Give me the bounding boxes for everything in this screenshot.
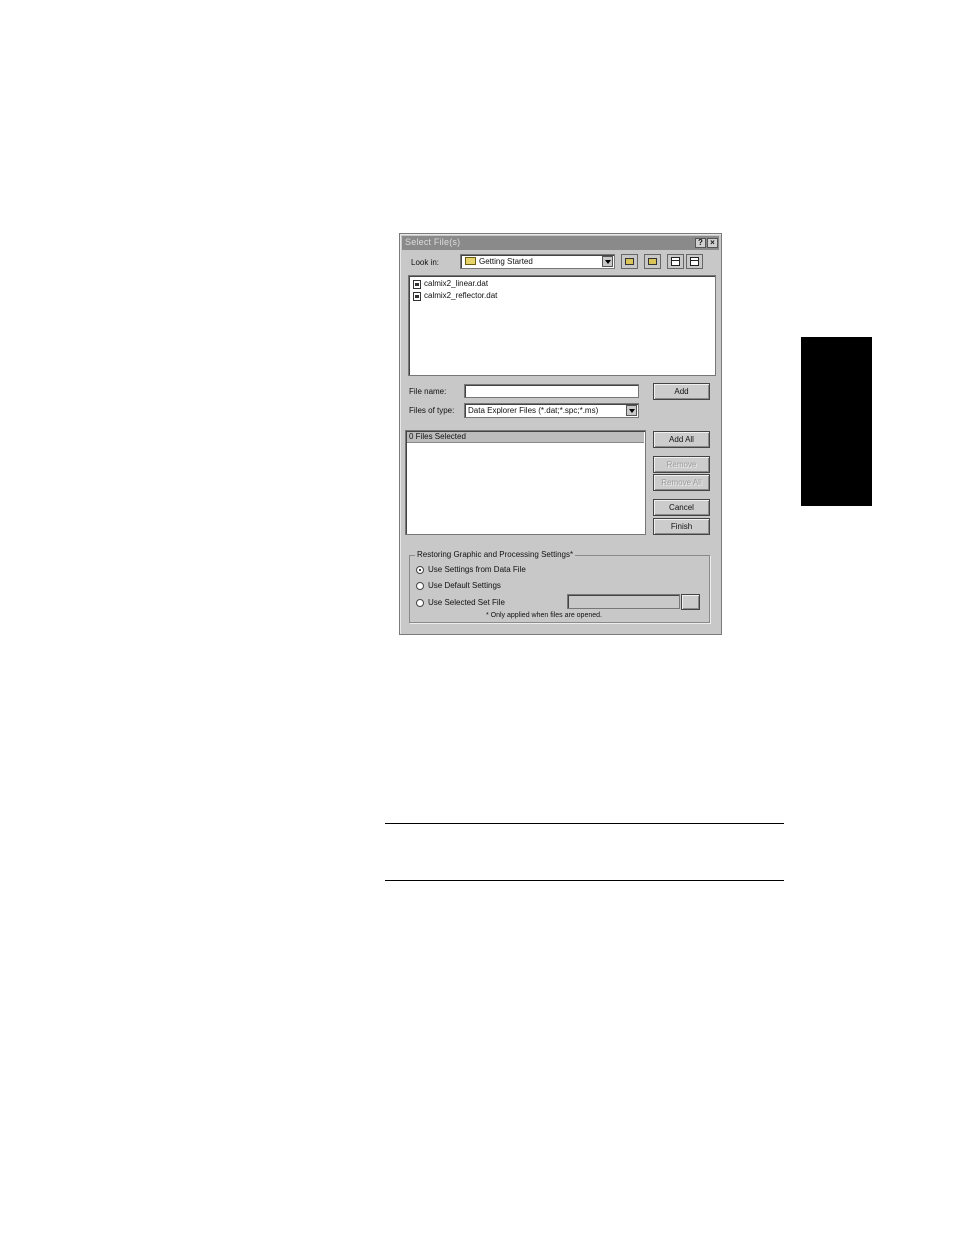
file-icon [413, 280, 421, 289]
new-folder-button[interactable] [644, 254, 661, 269]
file-name-input[interactable] [464, 384, 639, 398]
title-bar[interactable]: Select File(s) ? × [402, 236, 719, 250]
files-of-type-value: Data Explorer Files (*.dat;*.spc;*.ms) [468, 406, 599, 415]
settings-group: Restoring Graphic and Processing Setting… [409, 550, 710, 623]
help-button[interactable]: ? [695, 238, 706, 248]
selected-files-header: 0 Files Selected [407, 432, 644, 443]
divider-top [385, 823, 784, 824]
add-all-button[interactable]: Add All [653, 431, 710, 448]
look-in-value: Getting Started [479, 257, 533, 266]
settings-note: * Only applied when files are opened. [486, 612, 602, 619]
divider-bottom [385, 880, 784, 881]
chevron-down-icon[interactable] [626, 405, 637, 416]
file-name-label: File name: [409, 387, 447, 396]
file-item-name: calmix2_linear.dat [424, 279, 489, 288]
up-one-level-button[interactable] [621, 254, 638, 269]
file-item-name: calmix2_reflector.dat [424, 291, 498, 300]
finish-button[interactable]: Finish [653, 518, 710, 535]
file-icon [413, 292, 421, 301]
details-view-button[interactable] [686, 254, 703, 269]
folder-icon [465, 257, 476, 265]
browse-button[interactable] [681, 594, 700, 610]
file-list[interactable]: calmix2_linear.dat calmix2_reflector.dat [408, 275, 716, 376]
settings-group-title: Restoring Graphic and Processing Setting… [415, 550, 576, 559]
radio-button[interactable] [416, 599, 424, 607]
up-folder-icon [625, 258, 634, 265]
remove-all-button[interactable]: Remove All [653, 474, 710, 491]
set-file-input[interactable] [567, 594, 680, 609]
dialog-title: Select File(s) [405, 237, 461, 247]
look-in-label: Look in: [411, 258, 440, 267]
radio-button[interactable] [416, 566, 424, 574]
radio-button[interactable] [416, 582, 424, 590]
remove-button[interactable]: Remove [653, 456, 710, 473]
selected-files-list[interactable]: 0 Files Selected [405, 430, 646, 535]
look-in-dropdown[interactable]: Getting Started [460, 254, 615, 269]
cancel-button[interactable]: Cancel [653, 499, 710, 516]
list-view-icon [671, 257, 680, 266]
chevron-down-icon[interactable] [602, 256, 613, 267]
chapter-tab-marker [801, 337, 872, 506]
files-of-type-dropdown[interactable]: Data Explorer Files (*.dat;*.spc;*.ms) [464, 403, 639, 418]
files-of-type-label: Files of type: [409, 406, 455, 415]
new-folder-icon [648, 258, 657, 265]
close-button[interactable]: × [707, 238, 718, 248]
add-button[interactable]: Add [653, 383, 710, 400]
list-view-button[interactable] [667, 254, 684, 269]
select-files-dialog: Select File(s) ? × Look in: Getting Star… [399, 233, 722, 635]
details-view-icon [690, 257, 699, 266]
